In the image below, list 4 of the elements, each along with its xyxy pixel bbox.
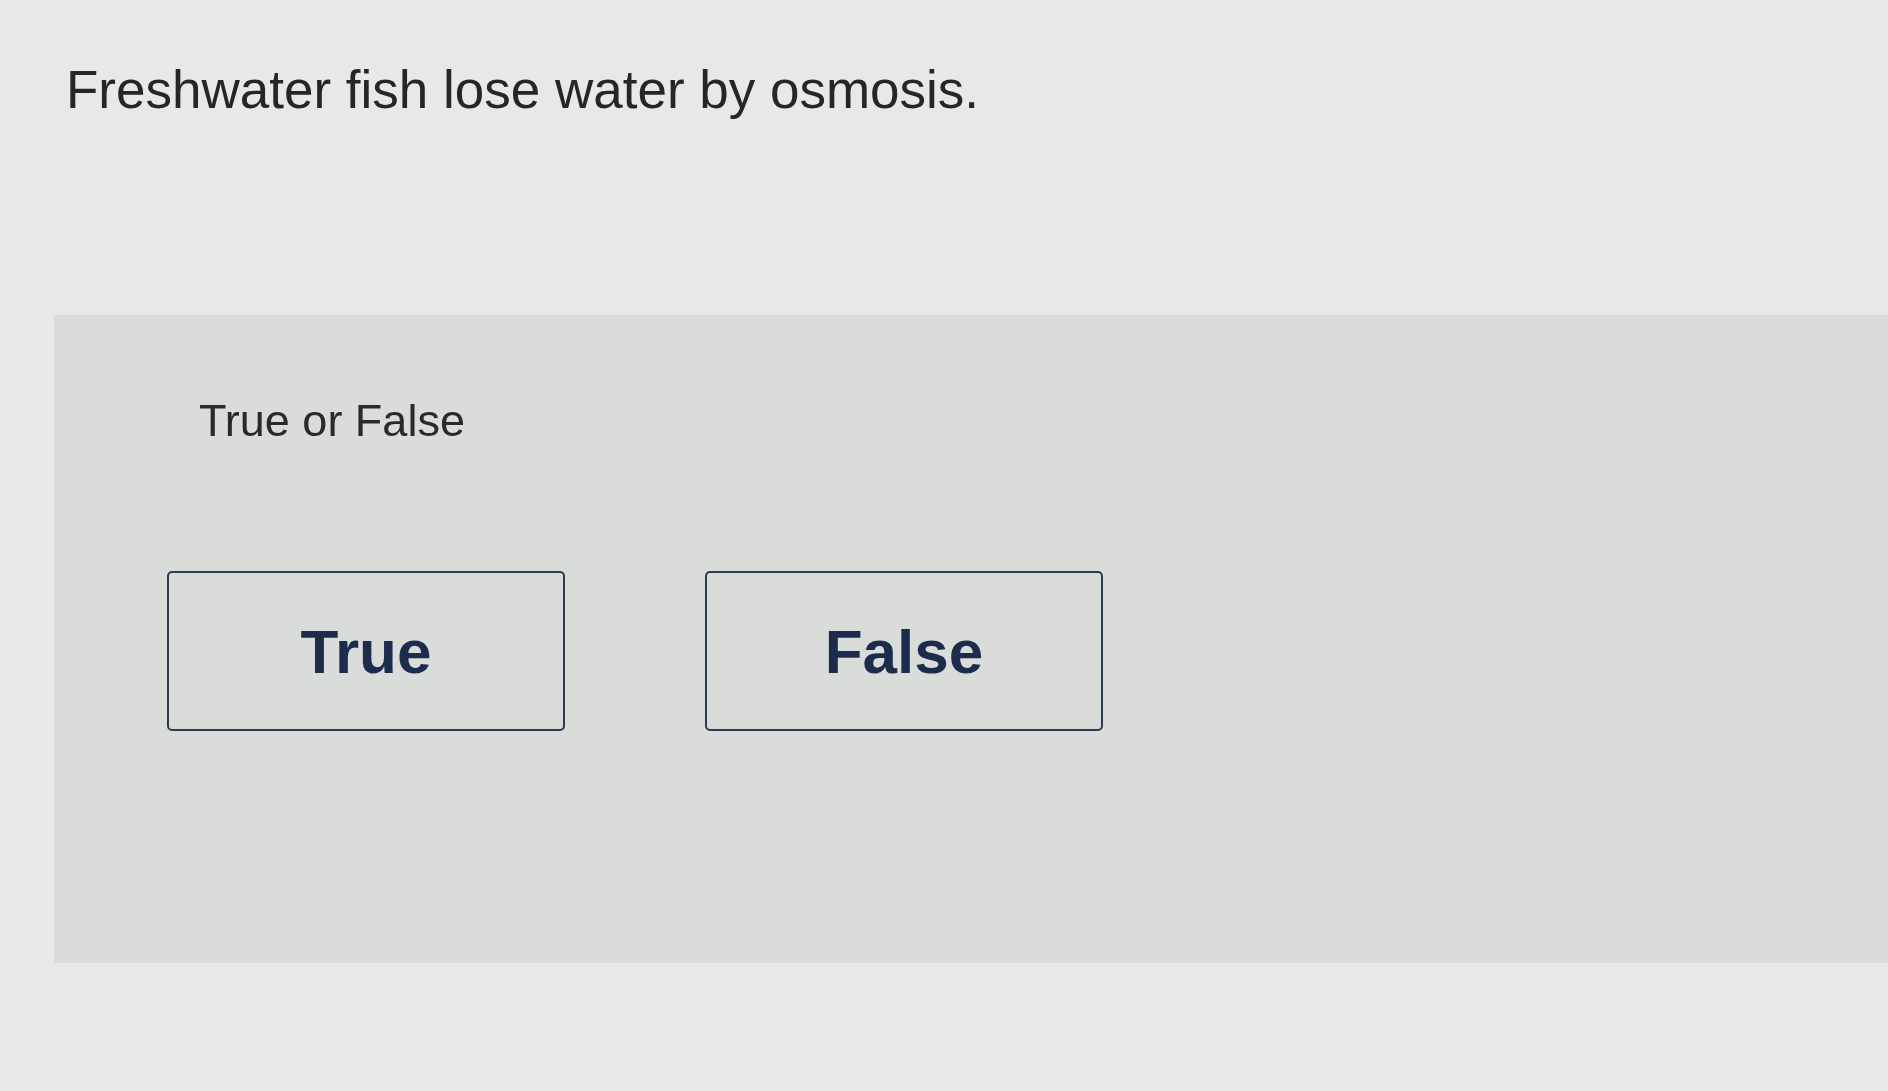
answer-option-button[interactable]: True (167, 571, 565, 731)
answer-option-button[interactable]: False (705, 571, 1103, 731)
question-text: Freshwater fish lose water by osmosis. (66, 59, 980, 121)
prompt-text: True or False (199, 395, 465, 447)
